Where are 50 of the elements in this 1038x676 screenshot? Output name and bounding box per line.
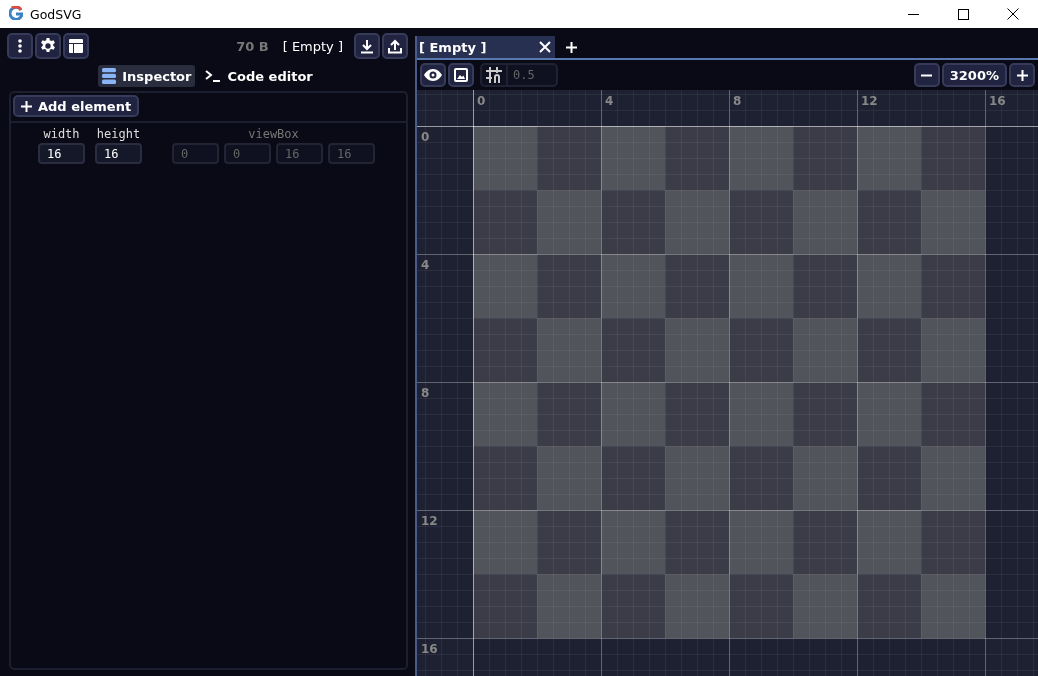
document-tab[interactable]: [ Empty ]: [417, 36, 555, 58]
plus-icon: [21, 100, 32, 112]
settings-icon: [40, 38, 56, 54]
more-icon: [18, 39, 22, 53]
maximize-icon[interactable]: [957, 8, 969, 20]
ruler-label: 12: [421, 514, 438, 528]
file-name: [ Empty ]: [282, 38, 343, 54]
ruler-label: 4: [605, 94, 614, 108]
plus-icon: [1016, 69, 1028, 81]
ruler-label: 0: [421, 130, 430, 144]
upload-icon: [388, 38, 402, 54]
grid-snap-icon: [485, 66, 503, 84]
window-title: GodSVG: [30, 6, 83, 22]
layout-icon: [68, 38, 84, 54]
settings-button[interactable]: [35, 33, 61, 59]
number-field[interactable]: 16: [38, 143, 85, 164]
ruler-label: 16: [421, 642, 438, 656]
panel-tab[interactable]: Inspector: [98, 65, 196, 87]
add-element-button[interactable]: Add element: [13, 95, 140, 117]
zoom-in-button[interactable]: [1009, 63, 1035, 87]
ruler-label: 16: [989, 94, 1006, 108]
ruler-label: 12: [861, 94, 878, 108]
terminal-icon: [205, 69, 222, 83]
export-button[interactable]: [354, 33, 380, 59]
number-field[interactable]: 16: [95, 143, 142, 164]
visibility-button[interactable]: [420, 63, 446, 87]
more-button[interactable]: [7, 33, 33, 59]
zoom-out-button[interactable]: [913, 63, 940, 87]
app-logo-icon: [9, 5, 23, 20]
panel-tab[interactable]: Code editor: [201, 65, 317, 87]
attribute-label: height: [96, 127, 141, 141]
attribute-label: viewBox: [248, 127, 299, 141]
layers-icon: [102, 68, 117, 84]
snap-toggle[interactable]: [480, 63, 508, 87]
reference-image-button[interactable]: [448, 63, 474, 87]
ruler-label: 8: [733, 94, 742, 108]
attribute-label: width: [43, 127, 80, 141]
ruler-label: 0: [477, 94, 486, 108]
import-button[interactable]: [382, 33, 408, 59]
zoom-level[interactable]: 3200%: [941, 63, 1007, 87]
file-size: 70 B: [236, 38, 269, 54]
close-icon[interactable]: [1007, 8, 1019, 20]
minimize-icon[interactable]: [907, 13, 919, 15]
layout-button[interactable]: [63, 33, 89, 59]
eye-icon: [424, 69, 442, 81]
image-icon: [454, 68, 468, 82]
ruler-label: 4: [421, 258, 430, 272]
plus-icon: [566, 41, 577, 53]
download-icon: [360, 38, 374, 54]
ruler-label: 8: [421, 386, 430, 400]
